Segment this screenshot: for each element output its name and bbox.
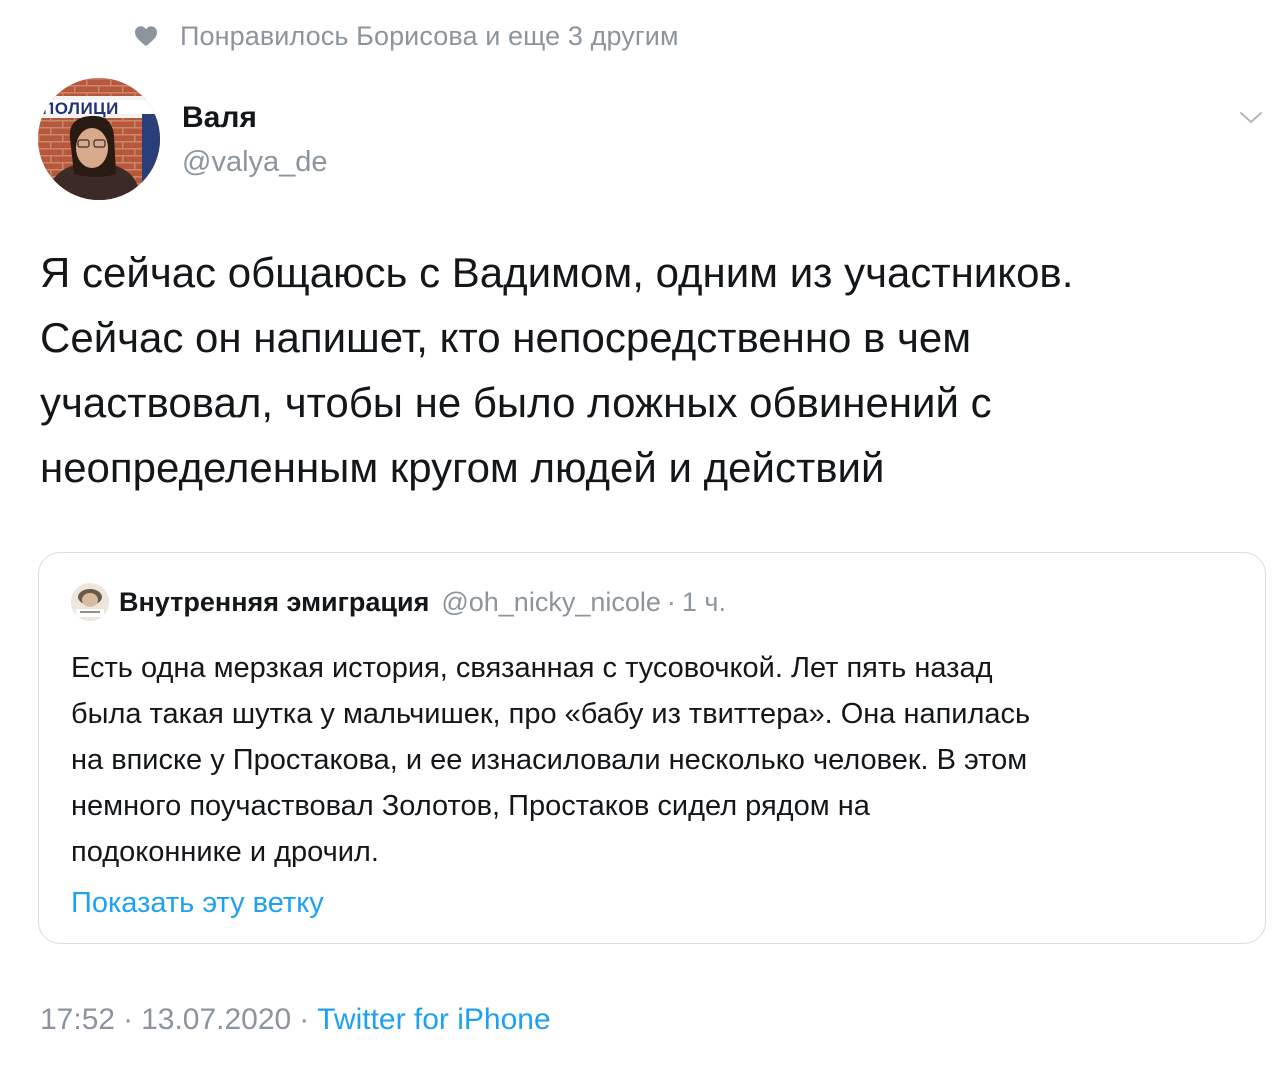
- quoted-line: подоконнике и дрочил.: [71, 836, 379, 868]
- author-avatar[interactable]: ПОЛИЦИ: [38, 78, 160, 200]
- quoted-author-avatar[interactable]: [71, 583, 109, 621]
- tweet-line: Я сейчас общаюсь с Вадимом, одним из уча…: [40, 249, 1074, 296]
- quoted-line: Есть одна мерзкая история, связанная с т…: [71, 652, 993, 684]
- tweet-text: Я сейчас общаюсь с Вадимом, одним из уча…: [40, 240, 1240, 500]
- quoted-author-handle[interactable]: @oh_nicky_nicole: [441, 587, 661, 618]
- meta-separator: ·: [299, 1003, 310, 1036]
- tweet-line: участвовал, чтобы не было ложных обвинен…: [40, 379, 992, 426]
- tweet-client-link[interactable]: Twitter for iPhone: [317, 1003, 550, 1036]
- heart-icon: [135, 26, 157, 46]
- quoted-tweet-header: Внутренняя эмиграция @oh_nicky_nicole · …: [71, 583, 726, 621]
- meta-separator: ·: [123, 1003, 134, 1036]
- quoted-author-name[interactable]: Внутренняя эмиграция: [119, 587, 429, 618]
- avatar-badge-text: ПОЛИЦИ: [42, 99, 119, 118]
- liked-by-row[interactable]: Понравилось Борисова и еще 3 другим: [134, 16, 679, 56]
- tweet-date: 13.07.2020: [141, 1003, 292, 1036]
- show-thread-link[interactable]: Показать эту ветку: [71, 883, 324, 923]
- author-name[interactable]: Валя: [182, 98, 328, 138]
- chevron-down-icon[interactable]: [1238, 108, 1264, 128]
- tweet-line: неопределенным кругом людей и действий: [40, 444, 885, 491]
- quoted-timestamp: 1 ч.: [681, 586, 726, 617]
- author-handle[interactable]: @valya_de: [182, 142, 328, 182]
- quoted-tweet-text: Есть одна мерзкая история, связанная с т…: [71, 645, 1241, 875]
- quoted-line: на вписке у Простакова, и ее изнасиловал…: [71, 744, 1028, 776]
- liked-by-text: Понравилось Борисова и еще 3 другим: [180, 20, 679, 51]
- tweet-metadata: 17:52 · 13.07.2020 · Twitter for iPhone: [40, 998, 551, 1042]
- quoted-separator: ·: [666, 586, 676, 617]
- tweet-time: 17:52: [40, 1003, 116, 1036]
- quoted-tweet-card[interactable]: Внутренняя эмиграция @oh_nicky_nicole · …: [38, 552, 1266, 944]
- quoted-line: немного поучаствовал Золотов, Простаков …: [71, 790, 870, 822]
- tweet-line: Сейчас он напишет, кто непосредственно в…: [40, 314, 972, 361]
- quoted-line: была такая шутка у мальчишек, про «бабу …: [71, 698, 1031, 730]
- author-block: Валя @valya_de: [182, 98, 328, 182]
